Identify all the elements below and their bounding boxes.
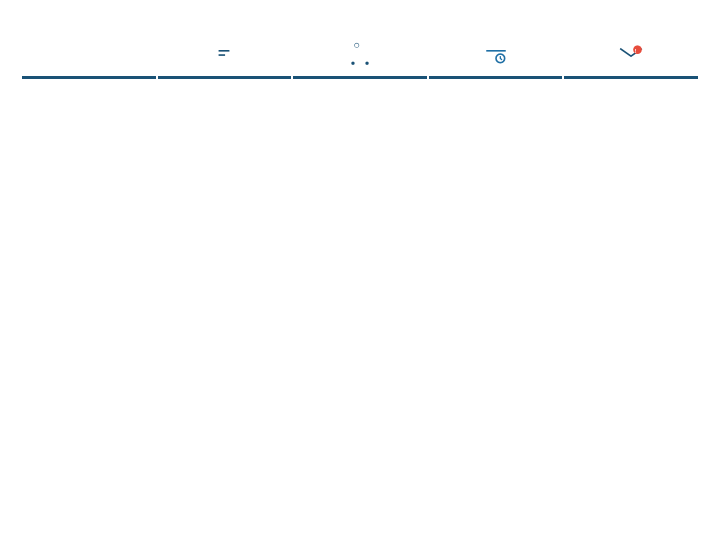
- header-msgsource: Message Source: [564, 79, 698, 228]
- columns-container: AudienceIdentify the audience for the pr…: [22, 32, 698, 528]
- table-wrapper: AudienceIdentify the audience for the pr…: [22, 32, 698, 528]
- body-schedule: Determine frequencyWeeklyMonthlyQuarterl…: [429, 228, 563, 379]
- body-msgsource: Determine the source of the message:RA B…: [564, 228, 698, 379]
- body-audience: Identify the audience for the project, i…: [22, 227, 156, 380]
- message-icon: [200, 32, 248, 76]
- footer-schedule: When?: [429, 379, 563, 528]
- col-msgtype: Message TypeDetermine the messaging type…: [158, 32, 294, 528]
- footer-msgsource: Owner?: [564, 379, 698, 528]
- icon-row-msgtype: [158, 32, 292, 79]
- footer-msgtype: What?: [158, 379, 292, 528]
- body-msgtype: Determine the messaging type (may vary b…: [158, 228, 292, 379]
- icon-row-delivery: [293, 32, 427, 79]
- page: AudienceIdentify the audience for the pr…: [0, 0, 720, 540]
- icon-row-msgsource: !: [564, 32, 698, 79]
- audience-icon: [65, 32, 113, 76]
- svg-text:!: !: [635, 49, 637, 55]
- col-delivery: Delivery MethodDetermine appropriate del…: [293, 32, 429, 528]
- col-audience: AudienceIdentify the audience for the pr…: [22, 32, 158, 528]
- delivery-icon: [336, 32, 384, 76]
- icon-row-audience: [22, 32, 156, 79]
- body-delivery: Determine appropriate delivery method:Me…: [293, 227, 427, 380]
- icon-row-schedule: [429, 32, 563, 79]
- header-delivery: Delivery Method: [293, 79, 427, 227]
- schedule-icon: [472, 32, 520, 76]
- col-msgsource: ! Message SourceDetermine the source of …: [564, 32, 698, 528]
- email-icon: !: [607, 32, 655, 76]
- footer-delivery: How?: [293, 380, 427, 528]
- col-schedule: ScheduleDetermine frequencyWeeklyMonthly…: [429, 32, 565, 528]
- header-schedule: Schedule: [429, 79, 563, 228]
- header-audience: Audience: [22, 79, 156, 227]
- footer-audience: Who?: [22, 380, 156, 528]
- header-msgtype: Message Type: [158, 79, 292, 228]
